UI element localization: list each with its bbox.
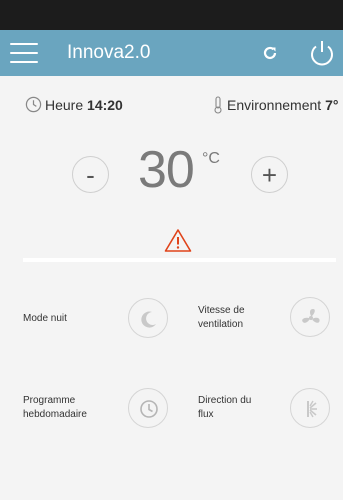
airflow-direction-label: Direction du flux xyxy=(198,394,251,422)
refresh-icon[interactable] xyxy=(260,43,280,63)
airflow-direction-button[interactable] xyxy=(290,388,330,428)
schedule-clock-icon xyxy=(140,400,158,418)
fan-speed-label-line2: ventilation xyxy=(198,319,244,330)
temperature-value: 30 xyxy=(138,141,195,199)
weekly-program-label-line2: hebdomadaire xyxy=(23,409,87,420)
temperature-unit: °C xyxy=(202,150,220,167)
increase-temperature-button[interactable]: + xyxy=(251,156,288,193)
weekly-program-button[interactable] xyxy=(128,388,168,428)
night-mode-label: Mode nuit xyxy=(23,313,67,324)
decrease-temperature-button[interactable]: - xyxy=(72,156,109,193)
weekly-program-label: Programme hebdomadaire xyxy=(23,394,87,422)
airflow-direction-label-line1: Direction du xyxy=(198,395,252,406)
warning-icon xyxy=(164,229,192,252)
fan-icon xyxy=(302,309,320,323)
time-value: 14:20 xyxy=(87,97,123,113)
weekly-program-label-line1: Programme xyxy=(23,395,76,406)
moon-icon xyxy=(141,311,156,328)
info-row: Heure 14:20 Environnement 7° xyxy=(0,96,343,116)
fan-speed-button[interactable] xyxy=(290,297,330,337)
night-mode-button[interactable] xyxy=(128,298,168,338)
clock-icon xyxy=(25,96,42,113)
power-icon[interactable] xyxy=(307,38,337,68)
time-display: Heure 14:20 xyxy=(45,97,123,113)
environment-value: 7° xyxy=(325,97,339,113)
time-label: Heure xyxy=(45,97,84,113)
fan-speed-label: Vitesse de ventilation xyxy=(198,304,245,332)
airflow-icon xyxy=(307,400,317,418)
airflow-direction-label-line2: flux xyxy=(198,409,214,420)
app-title: Innova2.0 xyxy=(67,42,151,63)
status-bar xyxy=(0,0,343,30)
environment-display: Environnement 7° xyxy=(227,97,338,113)
divider xyxy=(23,258,336,262)
thermostat-control: - 30 °C + xyxy=(0,140,343,210)
thermometer-icon xyxy=(214,96,222,114)
environment-label: Environnement xyxy=(227,97,322,113)
menu-icon[interactable] xyxy=(10,39,38,67)
app-bar: Innova2.0 xyxy=(0,30,343,76)
fan-speed-label-line1: Vitesse de xyxy=(198,305,245,316)
